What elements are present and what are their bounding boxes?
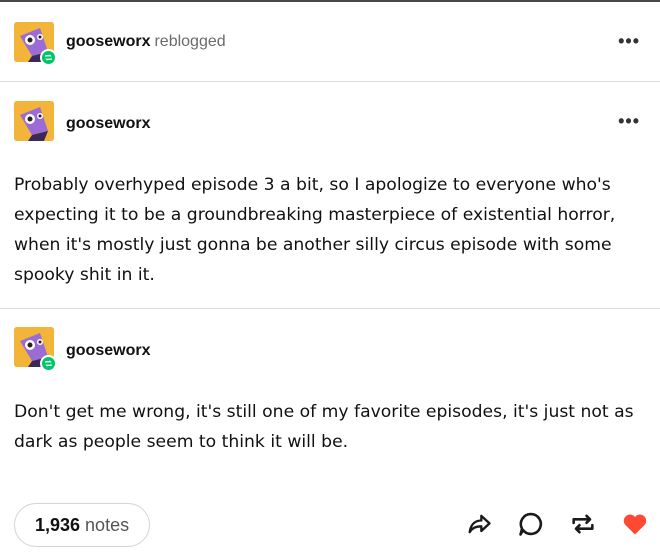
post-username[interactable]: gooseworx (66, 115, 150, 133)
divider (0, 308, 660, 309)
more-icon[interactable]: ••• (618, 31, 640, 52)
post-header: gooseworx ••• (0, 95, 660, 151)
reblog-badge-icon (40, 355, 57, 372)
reblog-header: gooseworx reblogged ••• (0, 14, 660, 70)
notes-button[interactable]: 1,936 notes (14, 503, 151, 547)
post-body: Probably overhyped episode 3 a bit, so I… (14, 175, 616, 285)
share-icon[interactable] (464, 509, 494, 539)
avatar-image (14, 101, 54, 141)
heart-icon[interactable] (620, 509, 650, 539)
divider (0, 81, 660, 82)
post-username[interactable]: gooseworx (66, 342, 150, 360)
top-border (0, 0, 660, 2)
notes-count: 1,936 (35, 514, 81, 535)
reblog-badge-icon (40, 49, 57, 66)
post-header: gooseworx (0, 322, 660, 378)
reply-icon[interactable] (516, 509, 546, 539)
reblogged-label: reblogged (154, 33, 226, 50)
post-actions (464, 509, 650, 539)
notes-label: notes (85, 514, 130, 535)
post-body: Don't get me wrong, it's still one of my… (14, 402, 634, 452)
more-icon[interactable]: ••• (618, 111, 640, 132)
avatar[interactable] (14, 101, 54, 141)
reblog-username-text[interactable]: gooseworx (66, 33, 150, 50)
reblog-username[interactable]: gooseworx reblogged (66, 33, 226, 51)
reblog-icon[interactable] (568, 509, 598, 539)
